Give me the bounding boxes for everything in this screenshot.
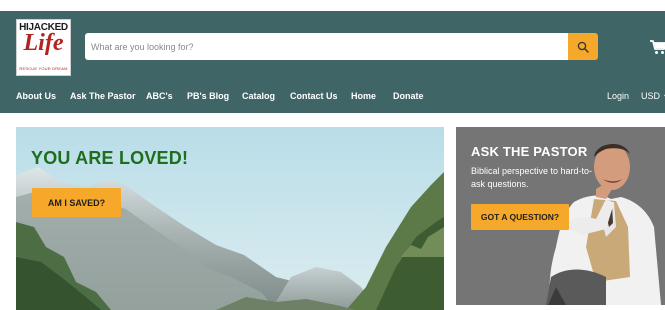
got-a-question-button[interactable]: GOT A QUESTION? <box>471 204 569 230</box>
nav-item-donate[interactable]: Donate <box>393 91 424 101</box>
am-i-saved-button[interactable]: AM I SAVED? <box>32 188 121 217</box>
nav-item-about-us[interactable]: About Us <box>16 91 56 101</box>
nav-item-abcs[interactable]: ABC's <box>146 91 173 101</box>
nav-item-catalog[interactable]: Catalog <box>242 91 275 101</box>
login-link[interactable]: Login <box>607 91 629 101</box>
ask-the-pastor-card: ASK THE PASTOR Biblical perspective to h… <box>456 127 665 305</box>
currency-label: USD <box>641 91 661 101</box>
pastor-card-title: ASK THE PASTOR <box>471 144 588 159</box>
currency-selector[interactable]: USD <box>641 91 665 101</box>
logo-tagline: RESCUE YOUR DREAM <box>19 66 68 71</box>
search-icon <box>577 41 589 53</box>
main-nav: About Us Ask The Pastor ABC's PB's Blog … <box>0 91 665 109</box>
nav-item-home[interactable]: Home <box>351 91 376 101</box>
search-button[interactable] <box>568 33 598 60</box>
nav-item-ask-the-pastor[interactable]: Ask The Pastor <box>70 91 136 101</box>
nav-item-pbs-blog[interactable]: PB's Blog <box>187 91 229 101</box>
cart-icon[interactable] <box>649 38 665 56</box>
nav-item-contact-us[interactable]: Contact Us <box>290 91 338 101</box>
hero-title: YOU ARE LOVED! <box>31 148 189 168</box>
search-input[interactable] <box>85 33 568 60</box>
site-header: HIJACKED Life RESCUE YOUR DREAM About Us… <box>0 11 665 113</box>
hero-banner: YOU ARE LOVED! AM I SAVED? <box>16 127 444 310</box>
pastor-card-description: Biblical perspective to hard-to-ask ques… <box>471 166 593 189</box>
site-logo[interactable]: HIJACKED Life RESCUE YOUR DREAM <box>16 19 71 76</box>
logo-script-text: Life <box>23 30 64 56</box>
